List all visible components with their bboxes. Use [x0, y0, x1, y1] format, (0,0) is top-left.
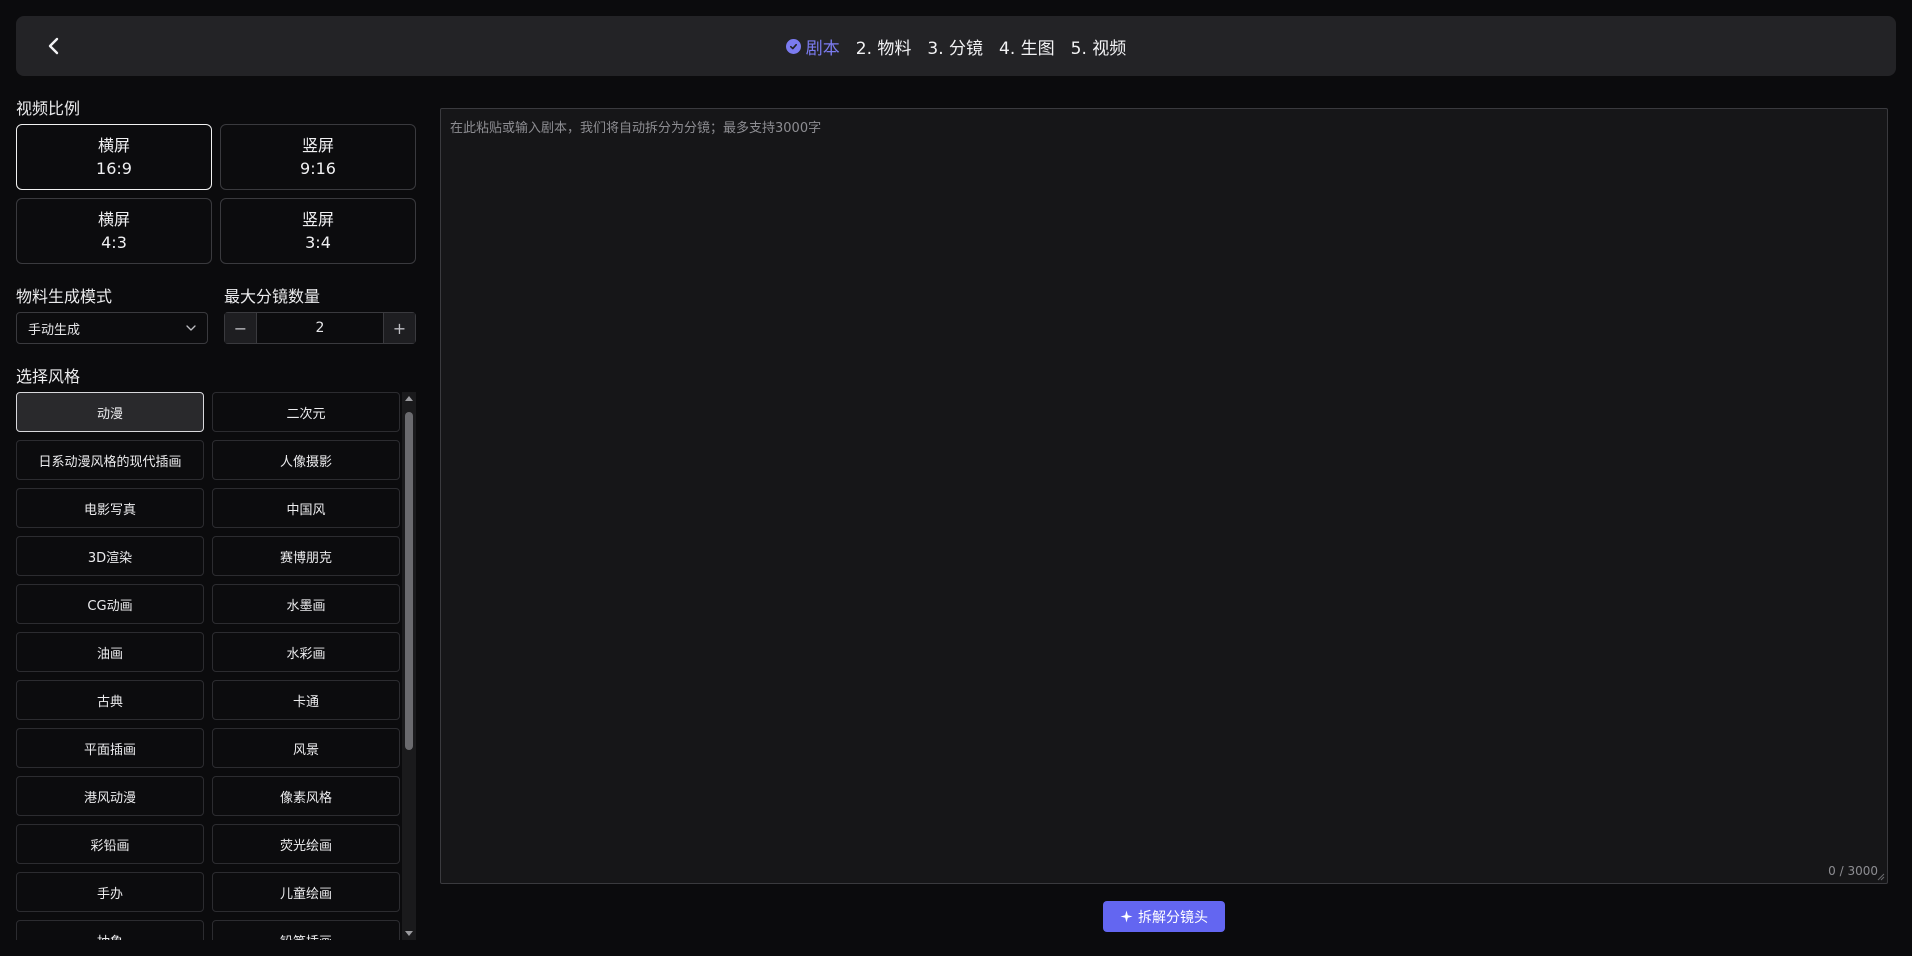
style-option[interactable]: 平面插画	[16, 728, 204, 768]
ratio-option-3-4[interactable]: 竖屏 3:4	[220, 198, 416, 264]
decrement-button[interactable]: −	[225, 313, 257, 343]
step-script[interactable]: 剧本	[785, 34, 840, 59]
scrollbar-thumb[interactable]	[405, 412, 413, 750]
style-option[interactable]: 水彩画	[212, 632, 400, 672]
check-circle-icon	[785, 38, 801, 54]
style-option[interactable]: CG动画	[16, 584, 204, 624]
style-option[interactable]: 动漫	[16, 392, 204, 432]
style-option[interactable]: 古典	[16, 680, 204, 720]
sparkle-icon	[1120, 910, 1133, 923]
style-option[interactable]: 像素风格	[212, 776, 400, 816]
style-option[interactable]: 3D渲染	[16, 536, 204, 576]
ratio-orientation: 横屏	[97, 210, 130, 229]
char-counter: 0 / 3000	[1828, 864, 1878, 878]
step-label: 3. 分镜	[927, 38, 983, 59]
ratio-value: 3:4	[305, 233, 331, 252]
script-textarea[interactable]	[440, 108, 1888, 884]
step-material[interactable]: 2. 物料	[856, 34, 912, 59]
style-option[interactable]: 人像摄影	[212, 440, 400, 480]
style-option[interactable]: 彩铅画	[16, 824, 204, 864]
step-label: 4. 生图	[999, 38, 1055, 59]
step-image[interactable]: 4. 生图	[999, 34, 1055, 59]
style-option[interactable]: 日系动漫风格的现代插画	[16, 440, 204, 480]
top-header: 剧本 2. 物料 3. 分镜 4. 生图 5. 视频	[16, 16, 1896, 76]
style-option[interactable]: 中国风	[212, 488, 400, 528]
ratio-orientation: 竖屏	[301, 136, 334, 155]
style-list[interactable]: 动漫 二次元 日系动漫风格的现代插画 人像摄影 电影写真 中国风 3D渲染 赛博…	[16, 392, 400, 940]
split-storyboard-button[interactable]: 拆解分镜头	[1103, 901, 1225, 932]
style-option[interactable]: 二次元	[212, 392, 400, 432]
ratio-option-4-3[interactable]: 横屏 4:3	[16, 198, 212, 264]
style-list-scrollbar[interactable]	[402, 392, 416, 940]
style-option[interactable]: 水墨画	[212, 584, 400, 624]
style-option[interactable]: 手办	[16, 872, 204, 912]
max-shots-title: 最大分镜数量	[224, 287, 321, 306]
step-storyboard[interactable]: 3. 分镜	[927, 34, 983, 59]
style-option[interactable]: 港风动漫	[16, 776, 204, 816]
style-option[interactable]: 卡通	[212, 680, 400, 720]
style-option[interactable]: 抽象	[16, 920, 204, 940]
scroll-up-arrow-icon[interactable]	[405, 396, 413, 401]
step-label: 5. 视频	[1070, 38, 1127, 59]
style-option[interactable]: 油画	[16, 632, 204, 672]
style-option[interactable]: 电影写真	[16, 488, 204, 528]
ratio-orientation: 横屏	[97, 136, 130, 155]
ratio-value: 4:3	[101, 233, 127, 252]
step-video[interactable]: 5. 视频	[1071, 34, 1127, 59]
scroll-down-arrow-icon[interactable]	[405, 931, 413, 936]
step-nav: 剧本 2. 物料 3. 分镜 4. 生图 5. 视频	[16, 16, 1896, 76]
style-option[interactable]: 荧光绘画	[212, 824, 400, 864]
split-button-label: 拆解分镜头	[1138, 909, 1208, 926]
style-grid: 动漫 二次元 日系动漫风格的现代插画 人像摄影 电影写真 中国风 3D渲染 赛博…	[16, 392, 400, 940]
ratio-option-9-16[interactable]: 竖屏 9:16	[220, 124, 416, 190]
increment-button[interactable]: +	[383, 313, 415, 343]
ratio-value: 16:9	[96, 159, 132, 178]
max-shots-value[interactable]: 2	[257, 313, 383, 343]
resize-grip-icon[interactable]	[1877, 873, 1885, 881]
style-option[interactable]: 铅笔插画	[212, 920, 400, 940]
style-option[interactable]: 儿童绘画	[212, 872, 400, 912]
material-mode-value: 手动生成	[28, 322, 81, 338]
ratio-section-title: 视频比例	[16, 99, 81, 118]
max-shots-stepper: − 2 +	[224, 312, 416, 344]
ratio-orientation: 竖屏	[301, 210, 334, 229]
style-section-title: 选择风格	[16, 367, 81, 386]
chevron-down-icon	[186, 325, 196, 331]
material-mode-select[interactable]: 手动生成	[16, 312, 208, 344]
material-mode-title: 物料生成模式	[16, 287, 113, 306]
style-option[interactable]: 赛博朋克	[212, 536, 400, 576]
style-option[interactable]: 风景	[212, 728, 400, 768]
ratio-value: 9:16	[300, 159, 336, 178]
step-label: 剧本	[805, 38, 840, 59]
step-label: 2. 物料	[855, 38, 912, 59]
ratio-option-16-9[interactable]: 横屏 16:9	[16, 124, 212, 190]
